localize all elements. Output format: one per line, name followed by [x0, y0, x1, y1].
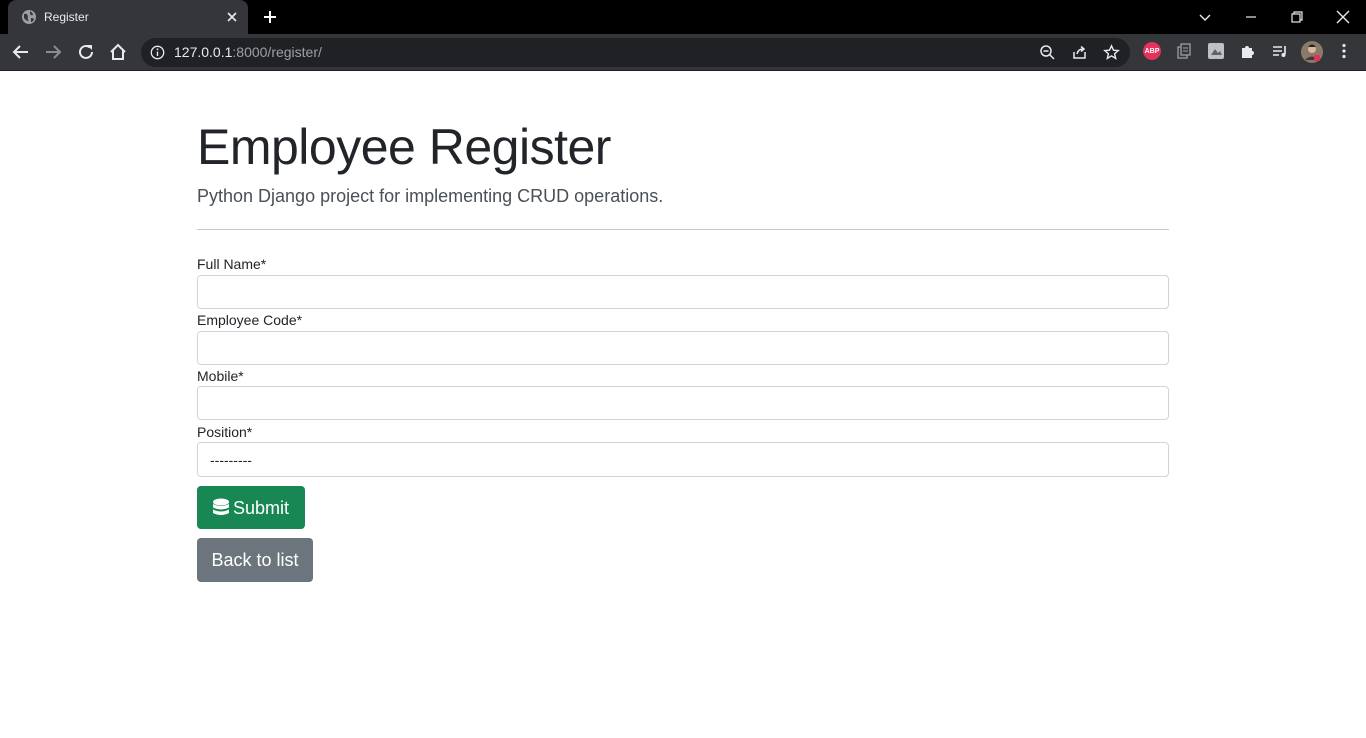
back-icon[interactable]	[11, 42, 31, 62]
forward-icon[interactable]	[43, 42, 63, 62]
mobile-input[interactable]	[197, 386, 1169, 420]
position-label: Position*	[197, 424, 253, 440]
url-host: 127.0.0.1	[174, 44, 233, 60]
submit-label: Submit	[232, 497, 290, 518]
divider	[197, 229, 1169, 230]
tab-strip: Register	[0, 0, 1366, 34]
browser-toolbar: 127.0.0.1:8000/register/ ABP	[0, 34, 1366, 71]
tab-search-icon[interactable]	[1195, 7, 1215, 27]
bookmark-star-icon[interactable]	[1103, 44, 1120, 61]
back-to-list-button[interactable]: Back to list	[197, 538, 313, 582]
tab-close-icon[interactable]	[224, 9, 240, 25]
menu-kebab-icon[interactable]	[1335, 42, 1353, 60]
restore-icon[interactable]	[1287, 7, 1307, 27]
new-tab-plus-icon[interactable]	[261, 8, 279, 26]
browser-tab[interactable]: Register	[8, 0, 248, 34]
site-info-icon[interactable]	[150, 45, 165, 60]
address-url: 127.0.0.1:8000/register/	[174, 45, 322, 60]
globe-icon	[22, 10, 36, 24]
employee-code-label: Employee Code*	[197, 312, 303, 328]
share-icon[interactable]	[1071, 44, 1088, 61]
media-queue-icon[interactable]	[1271, 42, 1289, 60]
back-to-list-label: Back to list	[211, 550, 299, 570]
abp-icon[interactable]: ABP	[1143, 42, 1161, 60]
zoom-icon[interactable]	[1039, 44, 1056, 61]
full-name-label: Full Name*	[197, 256, 267, 272]
profile-avatar-icon[interactable]	[1301, 41, 1323, 63]
position-selected-value: ---------	[210, 452, 252, 468]
page-extension-icon[interactable]	[1207, 42, 1225, 60]
puzzle-icon[interactable]	[1239, 42, 1257, 60]
database-icon	[212, 498, 229, 515]
abp-label: ABP	[1144, 47, 1160, 55]
address-bar[interactable]: 127.0.0.1:8000/register/	[141, 38, 1130, 67]
document-extension-icon[interactable]	[1175, 42, 1193, 60]
tab-title: Register	[44, 10, 89, 24]
window-close-icon[interactable]	[1333, 7, 1353, 27]
url-path: :8000/register/	[232, 44, 322, 60]
page-subtitle: Python Django project for implementing C…	[197, 186, 664, 206]
reload-icon[interactable]	[76, 42, 96, 62]
position-select[interactable]: ---------	[197, 442, 1169, 477]
submit-button[interactable]: Submit	[197, 486, 305, 529]
page-title: Employee Register	[197, 119, 611, 175]
home-icon[interactable]	[108, 42, 128, 62]
mobile-label: Mobile*	[197, 368, 244, 384]
employee-code-input[interactable]	[197, 331, 1169, 365]
minimize-icon[interactable]	[1241, 7, 1261, 27]
full-name-input[interactable]	[197, 275, 1169, 309]
